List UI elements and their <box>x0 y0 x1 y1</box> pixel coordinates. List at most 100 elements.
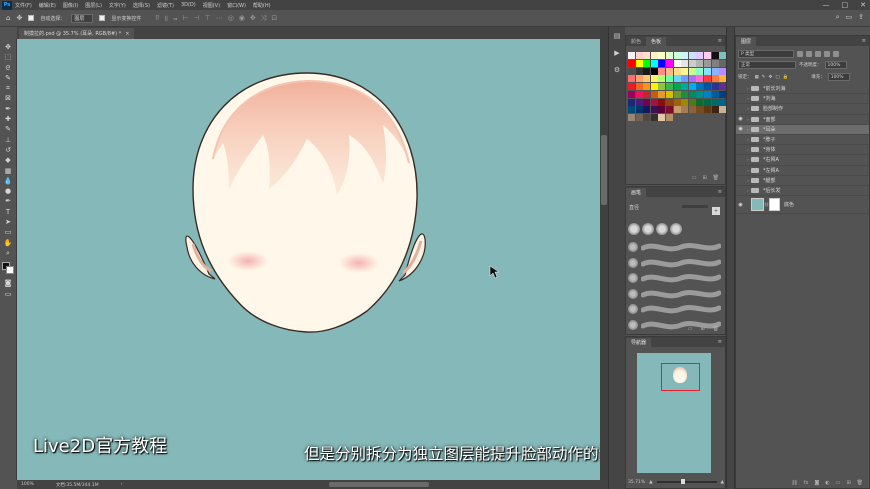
history-brush-tool-icon[interactable]: ↺ <box>2 145 14 155</box>
color-swatch[interactable] <box>650 90 658 98</box>
color-swatch[interactable] <box>673 67 681 75</box>
menu-image[interactable]: 图像(I) <box>63 2 78 9</box>
color-swatch[interactable] <box>681 75 689 83</box>
color-swatch[interactable] <box>665 52 673 59</box>
color-swatch[interactable] <box>719 67 727 75</box>
color-swatch[interactable] <box>665 114 673 122</box>
document-tab[interactable]: 制摸拉的.psd @ 35.7% (耳朵, RGB/8#) * × <box>19 28 135 39</box>
navigator-zoom-value[interactable]: 35.71% <box>628 480 645 485</box>
color-swatch[interactable] <box>703 67 711 75</box>
brush-preset[interactable] <box>628 270 724 286</box>
home-icon[interactable]: ⌂ <box>6 14 10 22</box>
new-brush-icon[interactable]: + <box>712 207 720 215</box>
color-swatch[interactable] <box>719 90 727 98</box>
dodge-tool-icon[interactable]: ● <box>2 186 14 196</box>
color-swatch[interactable] <box>628 83 635 91</box>
color-swatch[interactable] <box>643 114 651 122</box>
color-swatch[interactable] <box>665 59 673 67</box>
layer-row[interactable]: › *左臂A <box>736 166 869 176</box>
color-swatch[interactable] <box>658 67 666 75</box>
color-swatch[interactable] <box>635 83 643 91</box>
crop-tool-icon[interactable]: ⌗ <box>2 83 14 93</box>
lock-pixels-icon[interactable]: ▦ <box>755 75 759 80</box>
tab-layers[interactable]: 图层 <box>736 37 757 46</box>
new-layer-icon[interactable]: ⊞ <box>846 480 850 486</box>
color-swatch[interactable] <box>696 67 704 75</box>
color-swatch[interactable] <box>673 75 681 83</box>
filter-pixel-icon[interactable] <box>797 51 803 57</box>
color-swatch[interactable] <box>719 98 727 106</box>
filter-type-icon[interactable] <box>815 51 821 57</box>
3d-roll-icon[interactable]: ◉ <box>239 14 245 23</box>
brush-preset[interactable] <box>628 255 724 271</box>
new-group-icon[interactable]: ▭ <box>836 480 841 486</box>
color-swatch[interactable] <box>681 98 689 106</box>
menu-help[interactable]: 帮助(H) <box>253 2 271 9</box>
filter-shape-icon[interactable] <box>824 51 830 57</box>
auto-select-checkbox[interactable] <box>28 15 35 21</box>
layer-mask-thumbnail[interactable] <box>769 198 780 212</box>
share-icon[interactable]: ⇪ <box>858 13 864 22</box>
color-swatch[interactable] <box>688 83 696 91</box>
color-swatch[interactable] <box>688 67 696 75</box>
color-swatch[interactable] <box>658 90 666 98</box>
color-swatch[interactable] <box>635 75 643 83</box>
color-swatch[interactable] <box>703 52 711 59</box>
color-swatch[interactable] <box>696 106 704 114</box>
color-swatch[interactable] <box>635 90 643 98</box>
color-swatch[interactable] <box>681 59 689 67</box>
color-swatch[interactable] <box>658 52 666 59</box>
color-swatch[interactable] <box>628 90 635 98</box>
brush-tip[interactable] <box>670 223 682 235</box>
quick-mask-icon[interactable]: ◙ <box>2 278 14 288</box>
color-swatch[interactable] <box>635 98 643 106</box>
layer-row[interactable]: ◉ › *面部 <box>736 115 869 125</box>
frame-tool-icon[interactable]: ⊠ <box>2 93 14 103</box>
menu-file[interactable]: 文件(F) <box>15 2 32 9</box>
align-top-icon[interactable]: ⫪ <box>155 14 159 23</box>
color-swatch[interactable] <box>635 114 643 122</box>
color-swatch[interactable] <box>650 98 658 106</box>
background-color[interactable] <box>6 266 14 275</box>
color-swatch[interactable] <box>711 59 719 67</box>
minimize-button[interactable]: — <box>823 1 830 9</box>
color-swatch[interactable] <box>696 98 704 106</box>
blend-mode-dropdown[interactable]: 正常 <box>738 61 796 69</box>
zoom-out-icon[interactable]: ▲ <box>649 480 652 485</box>
color-swatch[interactable] <box>650 75 658 83</box>
color-swatch[interactable] <box>681 52 689 59</box>
gradient-tool-icon[interactable]: ▦ <box>2 166 14 176</box>
search-icon[interactable]: ⌕ <box>836 13 840 22</box>
lock-paint-icon[interactable]: ✎ <box>762 75 766 80</box>
menu-filter[interactable]: 滤镜(T) <box>157 2 174 9</box>
zoom-slider-knob[interactable] <box>680 479 685 484</box>
color-swatch[interactable] <box>650 67 658 75</box>
color-swatch[interactable] <box>688 52 696 59</box>
color-swatch[interactable] <box>681 83 689 91</box>
vertical-scrollbar[interactable] <box>600 27 608 480</box>
color-swatch[interactable] <box>673 52 681 59</box>
color-swatch[interactable] <box>719 52 727 59</box>
color-swatch[interactable] <box>658 114 666 122</box>
color-swatch[interactable] <box>703 83 711 91</box>
pen-tool-icon[interactable]: ✒ <box>2 196 14 206</box>
color-swatch[interactable] <box>658 59 666 67</box>
delete-swatch-icon[interactable]: 🗑 <box>713 175 719 183</box>
color-swatch[interactable] <box>643 90 651 98</box>
layer-style-icon[interactable]: fx <box>804 480 809 486</box>
screen-mode-icon[interactable]: ▭ <box>2 289 14 299</box>
menu-view[interactable]: 视图(V) <box>203 2 220 9</box>
marquee-tool-icon[interactable]: ⬚ <box>2 52 14 62</box>
visibility-eye-icon[interactable]: ◉ <box>736 202 745 208</box>
workspace-icon[interactable]: ▭ <box>846 13 853 22</box>
visibility-eye-icon[interactable]: ◉ <box>736 126 745 132</box>
color-swatch[interactable] <box>688 75 696 83</box>
color-swatch[interactable] <box>635 52 643 59</box>
color-swatch[interactable] <box>658 75 666 83</box>
color-swatch[interactable] <box>628 98 635 106</box>
color-swatch[interactable] <box>696 52 704 59</box>
show-transform-checkbox[interactable] <box>99 15 106 21</box>
color-swatch[interactable] <box>719 83 727 91</box>
color-swatch[interactable] <box>650 83 658 91</box>
eraser-tool-icon[interactable]: ◆ <box>2 155 14 165</box>
